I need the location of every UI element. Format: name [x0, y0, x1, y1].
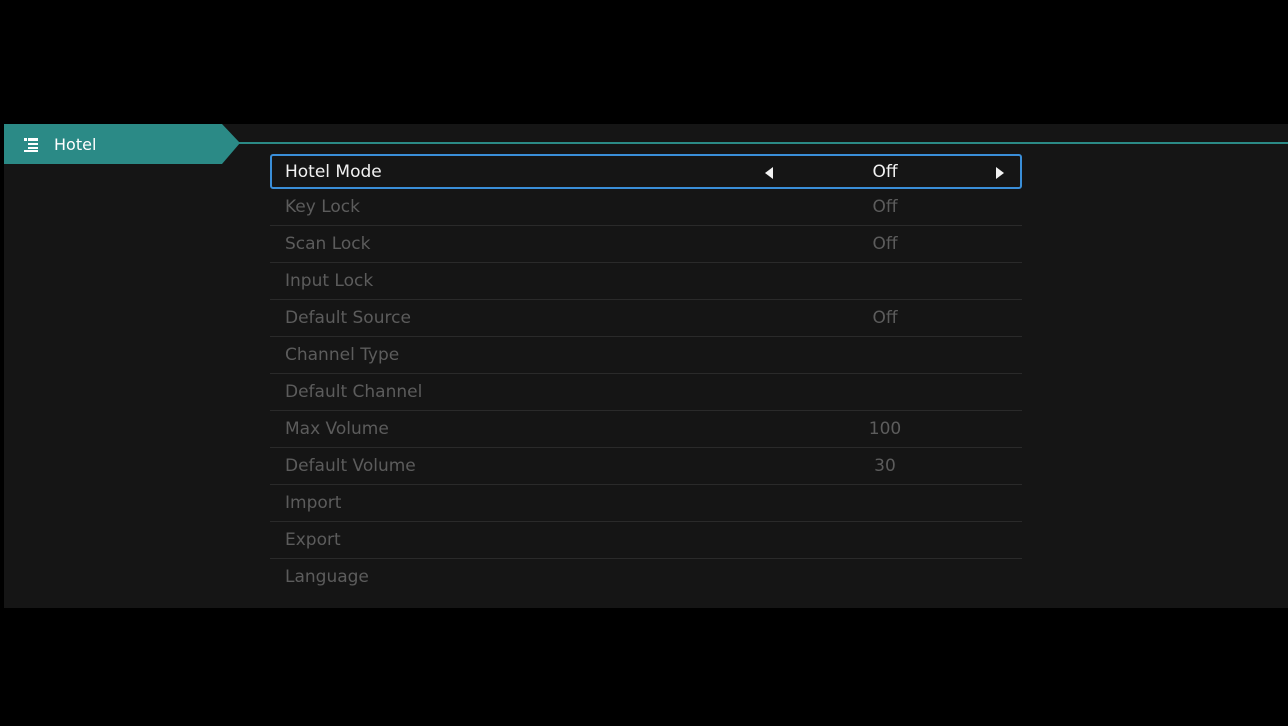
hotel-header-tab: Hotel	[4, 124, 240, 164]
menu-item-input-lock[interactable]: Input Lock	[270, 263, 1022, 300]
menu-item-label: Import	[285, 493, 342, 513]
menu-item-label: Export	[285, 530, 341, 550]
header-divider	[236, 142, 1288, 144]
arrow-right-icon[interactable]	[996, 167, 1004, 179]
menu-item-export[interactable]: Export	[270, 522, 1022, 559]
menu-item-label: Default Volume	[285, 456, 416, 476]
arrow-left-icon[interactable]	[765, 167, 773, 179]
menu-item-import[interactable]: Import	[270, 485, 1022, 522]
hotel-menu-list: Hotel Mode Off Key Lock Off Scan Lock Of…	[270, 154, 1022, 596]
menu-item-label: Input Lock	[285, 271, 374, 291]
menu-item-label: Scan Lock	[285, 234, 371, 254]
menu-item-value: 30	[874, 456, 896, 476]
menu-item-max-volume[interactable]: Max Volume 100	[270, 411, 1022, 448]
tv-screen: Hotel Hotel Mode Off Key Lock Off Scan L…	[0, 0, 1288, 726]
menu-item-label: Key Lock	[285, 197, 360, 217]
menu-item-label: Hotel Mode	[285, 162, 382, 182]
menu-item-value: Off	[872, 234, 898, 254]
menu-item-label: Default Source	[285, 308, 411, 328]
menu-item-language[interactable]: Language	[270, 559, 1022, 596]
menu-item-scan-lock[interactable]: Scan Lock Off	[270, 226, 1022, 263]
menu-item-default-volume[interactable]: Default Volume 30	[270, 448, 1022, 485]
menu-item-hotel-mode[interactable]: Hotel Mode Off	[270, 154, 1022, 189]
menu-item-label: Language	[285, 567, 369, 587]
menu-item-label: Channel Type	[285, 345, 400, 365]
menu-item-label: Max Volume	[285, 419, 389, 439]
menu-item-default-channel[interactable]: Default Channel	[270, 374, 1022, 411]
menu-item-value: Off	[872, 197, 898, 217]
menu-list-icon	[24, 137, 38, 152]
page-title: Hotel	[54, 134, 97, 154]
menu-item-value: Off	[872, 308, 898, 328]
menu-item-channel-type[interactable]: Channel Type	[270, 337, 1022, 374]
menu-item-default-source[interactable]: Default Source Off	[270, 300, 1022, 337]
menu-item-value: Off	[872, 162, 898, 182]
menu-item-label: Default Channel	[285, 382, 423, 402]
menu-item-value: 100	[868, 419, 902, 439]
menu-item-key-lock[interactable]: Key Lock Off	[270, 189, 1022, 226]
